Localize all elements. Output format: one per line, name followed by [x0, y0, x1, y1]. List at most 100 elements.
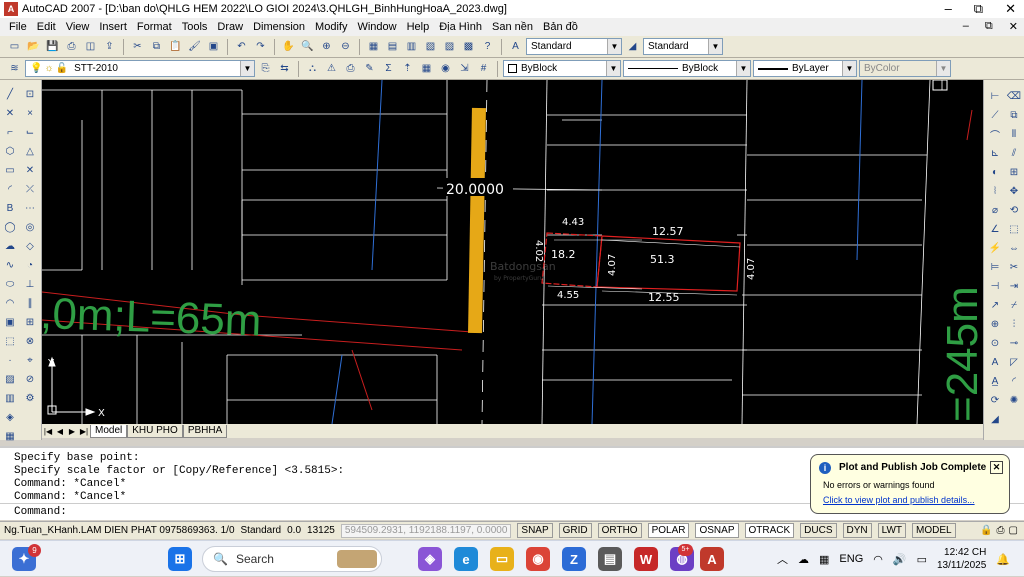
tool-palettes-icon[interactable]: ▥	[403, 38, 420, 55]
ducs-toggle[interactable]: DUCS	[800, 523, 837, 538]
layer-previous-icon[interactable]: ⇆	[276, 60, 293, 77]
zoom-realtime-icon[interactable]: 🔍	[299, 38, 316, 55]
menu-edit[interactable]: Edit	[32, 21, 61, 33]
break-at-point-icon[interactable]: ⌿	[1006, 297, 1022, 313]
plot-icon[interactable]: ⎙	[63, 38, 80, 55]
wifi-icon[interactable]: ◠	[873, 553, 883, 566]
battery-icon[interactable]: ▭	[917, 553, 927, 566]
plot-tray-icon[interactable]: ⎙	[997, 525, 1005, 536]
tangent-icon[interactable]: ◔	[22, 257, 38, 273]
color-select[interactable]: ByBlock ▼	[503, 60, 621, 77]
text-style-select[interactable]: Standard ▼	[526, 38, 622, 55]
circle-icon[interactable]: ◯	[2, 219, 18, 235]
snap-toggle[interactable]: SNAP	[517, 523, 553, 538]
rectangle-icon[interactable]: ▭	[2, 162, 18, 178]
copy-icon[interactable]: ⧉	[148, 38, 165, 55]
zoom-previous-icon[interactable]: ⊖	[337, 38, 354, 55]
linear-dim-icon[interactable]: ⊢	[987, 88, 1003, 104]
terminal-icon[interactable]: ▤	[598, 547, 622, 571]
break-icon[interactable]: ⫶	[1006, 316, 1022, 332]
menu-san-nen[interactable]: San nền	[487, 21, 538, 33]
tool-c-icon[interactable]: ⎙	[342, 60, 359, 77]
prev-tab-icon[interactable]: ◀	[54, 427, 66, 436]
lot-big[interactable]: 51.3 12.57 12.55 4.07 4.07	[547, 225, 757, 304]
lwt-toggle[interactable]: LWT	[877, 523, 907, 538]
trim-icon[interactable]: ✂	[1006, 259, 1022, 275]
make-block-icon[interactable]: ⬚	[2, 333, 18, 349]
close-button[interactable]: ✕	[1005, 0, 1016, 18]
osnap-settings-icon[interactable]: ⚙	[22, 390, 38, 406]
dyn-toggle[interactable]: DYN	[842, 523, 872, 538]
new-icon[interactable]: ▭	[6, 38, 23, 55]
menu-view[interactable]: View	[61, 21, 95, 33]
next-tab-icon[interactable]: ▶	[66, 427, 78, 436]
open-icon[interactable]: 📂	[25, 38, 42, 55]
menu-window[interactable]: Window	[352, 21, 401, 33]
scale-icon[interactable]: ⬚	[1006, 221, 1022, 237]
fillet-icon[interactable]: ◜	[1006, 373, 1022, 389]
radius-icon[interactable]: ◐	[987, 164, 1003, 180]
gradient-icon[interactable]: ▥	[2, 390, 18, 406]
layer-select[interactable]: 💡 ☼ 🔓 STT-2010 ▼	[25, 60, 255, 77]
network-tray-icon[interactable]: ▦	[819, 553, 829, 566]
osnap-toggle[interactable]: OSNAP	[695, 523, 739, 538]
lineweight-select[interactable]: ByLayer ▼	[753, 60, 857, 77]
sum-icon[interactable]: Σ	[380, 60, 397, 77]
join-icon[interactable]: ⊸	[1006, 335, 1022, 351]
dim-text-edit-icon[interactable]: A̲	[987, 373, 1003, 389]
polygon-icon[interactable]: ⬡	[2, 143, 18, 159]
menu-modify[interactable]: Modify	[310, 21, 352, 33]
make-current-layer-icon[interactable]: ⎘	[257, 60, 274, 77]
copy-object-icon[interactable]: ⧉	[1006, 107, 1022, 123]
taskbar-search[interactable]: 🔍 Search	[202, 546, 382, 572]
move-icon[interactable]: ✥	[1006, 183, 1022, 199]
extend-icon[interactable]: ⇥	[1006, 278, 1022, 294]
start-windows-icon[interactable]: ⊞	[168, 547, 192, 571]
doc-close-button[interactable]: ✕	[1009, 20, 1018, 33]
perpendicular-icon[interactable]: ⊥	[22, 276, 38, 292]
revcloud-icon[interactable]: ☁	[2, 238, 18, 254]
chamfer-icon[interactable]: ◸	[1006, 354, 1022, 370]
last-tab-icon[interactable]: ▶|	[78, 427, 90, 436]
otrack-toggle[interactable]: OTRACK	[744, 523, 795, 538]
jogged-icon[interactable]: ⦚	[987, 183, 1003, 199]
calculator-icon[interactable]: ▩	[460, 38, 477, 55]
notification-close-button[interactable]: ✕	[990, 461, 1003, 474]
mirror-icon[interactable]: ⫴	[1006, 126, 1022, 142]
tolerance-icon[interactable]: ⊕	[987, 316, 1003, 332]
offset-icon[interactable]: ⫽	[1006, 145, 1022, 161]
menu-insert[interactable]: Insert	[94, 21, 132, 33]
tool-e-icon[interactable]: ⇡	[399, 60, 416, 77]
line-icon[interactable]: ╱	[2, 86, 18, 102]
zalo-icon[interactable]: Z	[562, 547, 586, 571]
publish-icon[interactable]: ⇪	[101, 38, 118, 55]
tab-model[interactable]: Model	[90, 424, 128, 438]
hatch-icon[interactable]: ▨	[2, 371, 18, 387]
volume-icon[interactable]: 🔊	[893, 553, 907, 566]
lock-icon[interactable]: 🔒	[980, 525, 992, 536]
extension-icon[interactable]: ⋯	[22, 200, 38, 216]
paste-icon[interactable]: 📋	[167, 38, 184, 55]
notifications-bell-icon[interactable]: 🔔	[996, 553, 1010, 566]
menu-help[interactable]: Help	[402, 21, 435, 33]
tab-khu-pho[interactable]: KHU PHO	[127, 424, 183, 438]
undo-icon[interactable]: ↶	[233, 38, 250, 55]
continue-icon[interactable]: ⊣	[987, 278, 1003, 294]
tool-h-icon[interactable]: ⇲	[456, 60, 473, 77]
design-center-icon[interactable]: ▤	[384, 38, 401, 55]
aligned-dim-icon[interactable]: ⟋	[987, 107, 1003, 123]
first-tab-icon[interactable]: |◀	[42, 427, 54, 436]
tool-a-icon[interactable]: ⛬	[304, 60, 321, 77]
language-indicator[interactable]: ENG	[839, 553, 863, 565]
polar-toggle[interactable]: POLAR	[647, 523, 690, 538]
nearest-icon[interactable]: ⌖	[22, 352, 38, 368]
sheet-set-icon[interactable]: ▧	[422, 38, 439, 55]
markup-icon[interactable]: ▨	[441, 38, 458, 55]
spline-icon[interactable]: ∿	[2, 257, 18, 273]
lot-small[interactable]: 18.2 4.43 4.55 4.02	[533, 217, 603, 301]
qleader-icon[interactable]: ↗	[987, 297, 1003, 313]
tool-f-icon[interactable]: ▦	[418, 60, 435, 77]
doc-restore-button[interactable]: ⧉	[985, 20, 993, 33]
autocad-taskbar-icon[interactable]: A	[700, 547, 724, 571]
ordinate-icon[interactable]: ⊾	[987, 145, 1003, 161]
